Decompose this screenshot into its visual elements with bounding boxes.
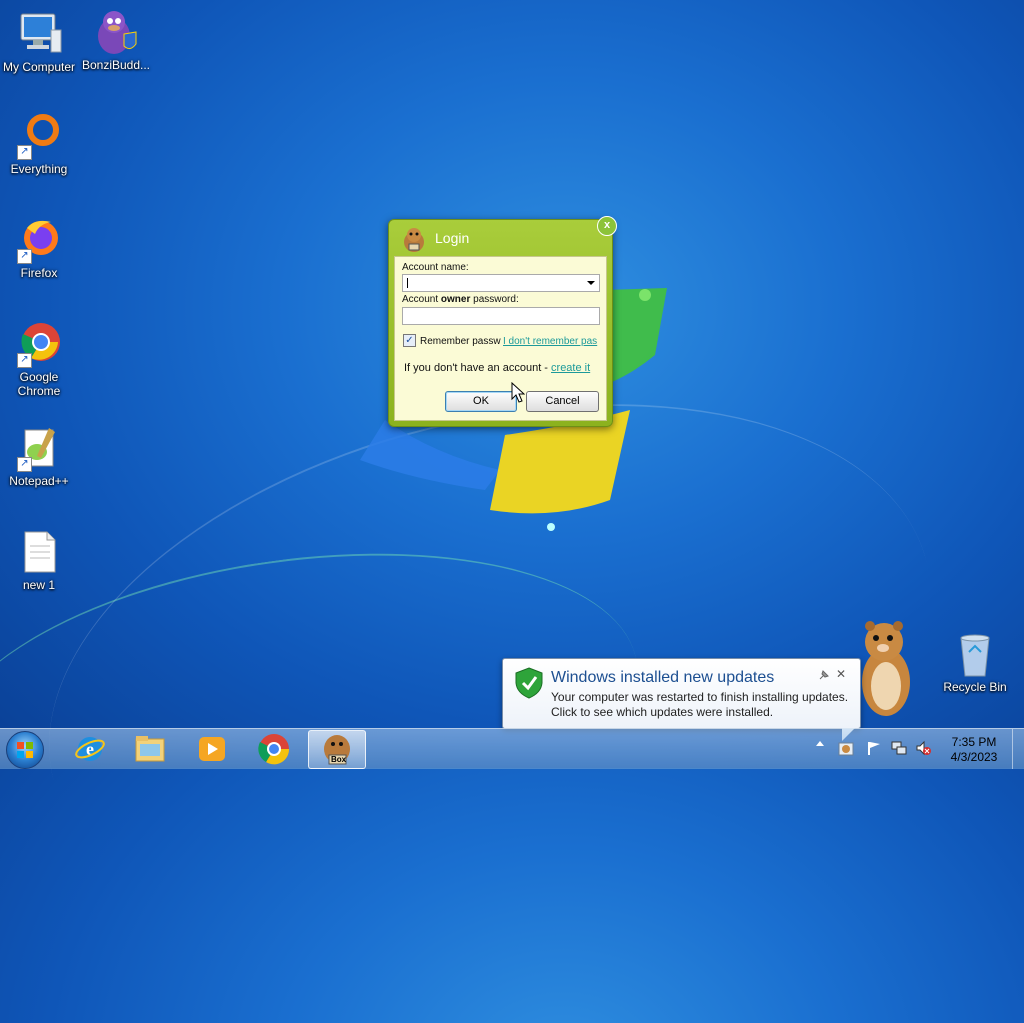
mouse-cursor-icon <box>511 382 525 403</box>
desktop-icon-label: Firefox <box>20 266 58 280</box>
remember-password-label: Remember passw <box>420 336 501 347</box>
no-account-text: If you don't have an account - create it <box>404 362 591 374</box>
ie-icon: e <box>75 737 105 761</box>
desktop-icon-label: new 1 <box>22 578 56 592</box>
shortcut-arrow-icon: ↗ <box>17 249 32 264</box>
login-dialog: Login x Account name: Account owner pass… <box>388 216 617 427</box>
ok-button[interactable]: OK <box>445 391 517 412</box>
desktop-icon-label: Everything <box>10 162 68 176</box>
shortcut-arrow-icon: ↗ <box>17 145 32 160</box>
hamster-tray-icon[interactable] <box>838 740 854 756</box>
dropdown-arrow-icon[interactable] <box>587 281 595 285</box>
password-field[interactable] <box>402 307 600 325</box>
desktop-icon-firefox[interactable]: ↗ Firefox <box>0 216 78 280</box>
start-button[interactable] <box>6 731 44 769</box>
desktop-icon-label: My Computer <box>2 60 76 74</box>
notification-line-1: Your computer was restarted to finish in… <box>551 690 849 704</box>
notification-title: Windows installed new updates <box>551 669 775 686</box>
cancel-button[interactable]: Cancel <box>526 391 599 412</box>
windows-flag-icon <box>17 742 33 758</box>
box-app-label: Box <box>331 755 347 764</box>
media-player-icon <box>199 737 225 761</box>
bonzibuddy-icon <box>92 8 140 56</box>
text-caret <box>407 278 408 288</box>
desktop-icon-bonzibuddy[interactable]: BonziBudd... <box>77 8 155 72</box>
taskbar-internet-explorer[interactable]: e <box>62 730 118 767</box>
dialog-close-button[interactable]: x <box>597 216 617 236</box>
update-notification[interactable]: Windows installed new updates Your compu… <box>502 658 861 741</box>
chrome-icon: ↗ <box>15 320 63 368</box>
account-name-combobox[interactable] <box>402 274 600 292</box>
recycle-bin-icon <box>951 630 999 678</box>
shortcut-arrow-icon: ↗ <box>17 457 32 472</box>
show-hidden-icons-button[interactable] <box>816 741 824 746</box>
show-desktop-button[interactable] <box>1012 729 1024 769</box>
remember-password-checkbox[interactable]: ✓ <box>403 334 416 347</box>
volume-muted-icon[interactable] <box>915 740 931 756</box>
taskbar-media-player[interactable] <box>184 730 240 767</box>
clock-date: 4/3/2023 <box>950 750 998 764</box>
taskbar: e Box 7:35 PM 4/3/2023 <box>0 728 1024 769</box>
desktop-icon-recycle-bin[interactable]: Recycle Bin <box>936 630 1014 694</box>
shortcut-arrow-icon: ↗ <box>17 353 32 368</box>
clock-time: 7:35 PM <box>951 735 997 749</box>
computer-icon <box>15 10 63 58</box>
shield-check-icon <box>515 667 543 699</box>
taskbar-box-app[interactable]: Box <box>308 730 366 769</box>
taskbar-chrome[interactable] <box>246 730 302 767</box>
desktop-icon-label: Recycle Bin <box>943 680 1007 694</box>
taskbar-file-explorer[interactable] <box>122 730 178 767</box>
notification-line-2: Click to see which updates were installe… <box>551 705 774 719</box>
desktop-icon-google-chrome[interactable]: ↗ Google Chrome <box>0 320 78 398</box>
folder-icon <box>135 736 165 762</box>
password-label: Account owner password: <box>402 294 519 305</box>
firefox-icon: ↗ <box>15 216 63 264</box>
notification-close-button[interactable]: ✕ <box>836 667 846 681</box>
desktop-icon-label: BonziBudd... <box>81 58 151 72</box>
desktop-icon-new-1[interactable]: new 1 <box>0 528 78 592</box>
network-icon[interactable] <box>891 740 907 756</box>
create-account-link[interactable]: create it <box>551 362 590 374</box>
desktop-icon-my-computer[interactable]: My Computer <box>0 10 78 74</box>
desktop-icon-notepadpp[interactable]: ↗ Notepad++ <box>0 424 78 488</box>
notepadpp-icon: ↗ <box>15 424 63 472</box>
desktop-icon-label: Google Chrome <box>17 370 61 398</box>
chrome-icon <box>258 734 290 765</box>
login-panel: Account name: Account owner password: ✓ … <box>394 256 607 421</box>
action-center-flag-icon[interactable] <box>866 740 882 756</box>
pin-icon[interactable] <box>818 669 830 681</box>
account-name-label: Account name: <box>402 262 469 273</box>
forgot-password-link[interactable]: I don't remember pas <box>503 336 600 347</box>
text-file-icon <box>15 528 63 576</box>
hamster-app-icon <box>404 228 424 252</box>
taskbar-clock[interactable]: 7:35 PM 4/3/2023 <box>942 735 1006 765</box>
everything-icon: ↗ <box>15 112 63 160</box>
desktop-icon-everything[interactable]: ↗ Everything <box>0 112 78 176</box>
dialog-title: Login <box>435 230 470 246</box>
desktop-icon-label: Notepad++ <box>9 474 69 488</box>
